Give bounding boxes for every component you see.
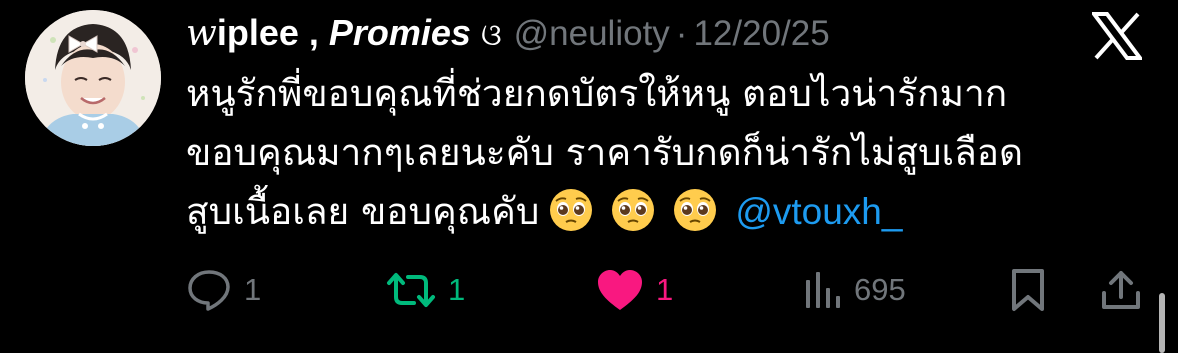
pleading-face-emoji-icon	[612, 189, 655, 231]
display-name-italic-text: Promies	[328, 12, 471, 53]
bookmark-button[interactable]	[1008, 262, 1048, 318]
tweet-action-bar: 1 1 1 695	[186, 262, 1156, 318]
pleading-face-emoji-icon	[674, 189, 717, 231]
reply-button[interactable]: 1	[186, 262, 261, 318]
tweet-text: หนูรักพี่ขอบคุณที่ช่วยกดบัตรให้หนู ตอบไว…	[186, 64, 1156, 241]
share-icon	[1102, 271, 1140, 309]
display-name-stylized-letter: w	[186, 13, 217, 54]
scrollbar[interactable]	[1159, 293, 1165, 353]
tweet-text-line: หนูรักพี่ขอบคุณที่ช่วยกดบัตรให้หนู ตอบไว…	[186, 72, 1008, 115]
avatar-image	[25, 10, 161, 146]
pleading-face-emoji-icon	[550, 189, 593, 231]
avatar[interactable]	[25, 10, 161, 146]
retweet-icon	[387, 273, 435, 307]
bookmark-icon	[1012, 269, 1044, 311]
retweet-button[interactable]: 1	[386, 262, 465, 318]
tweet-date[interactable]: 12/20/25	[693, 9, 829, 59]
views-button[interactable]: 695	[802, 262, 906, 318]
heart-icon	[598, 270, 642, 310]
separator-dot: ·	[675, 14, 688, 53]
mention-link[interactable]: @vtouxh_	[735, 191, 902, 232]
reply-icon	[188, 270, 230, 311]
tweet-text-line: ขอบคุณมากๆเลยนะคับ ราคารับกดก็น่ารักไม่ส…	[186, 131, 1024, 174]
display-name-text: iplee ,	[216, 12, 329, 53]
tweet-header: wiplee , Promies ଓ @neulioty · 12/20/25	[186, 8, 830, 58]
like-button[interactable]: 1	[596, 262, 673, 318]
author-display-name[interactable]: wiplee , Promies	[186, 8, 471, 59]
x-logo-icon[interactable]	[1090, 12, 1144, 60]
display-name-symbol: ଓ	[480, 19, 502, 52]
share-button[interactable]	[1098, 262, 1144, 318]
tweet-text-line: สูบเนื้อเลย ขอบคุณคับ	[186, 190, 540, 233]
views-icon	[806, 272, 840, 308]
like-count: 1	[656, 272, 674, 307]
author-handle[interactable]: @neulioty	[514, 9, 670, 59]
tweet-text-line-last: สูบเนื้อเลย ขอบคุณคับ @vtouxh_	[186, 182, 1156, 241]
views-count: 695	[854, 272, 906, 307]
retweet-count: 1	[448, 272, 466, 307]
reply-count: 1	[244, 272, 262, 307]
